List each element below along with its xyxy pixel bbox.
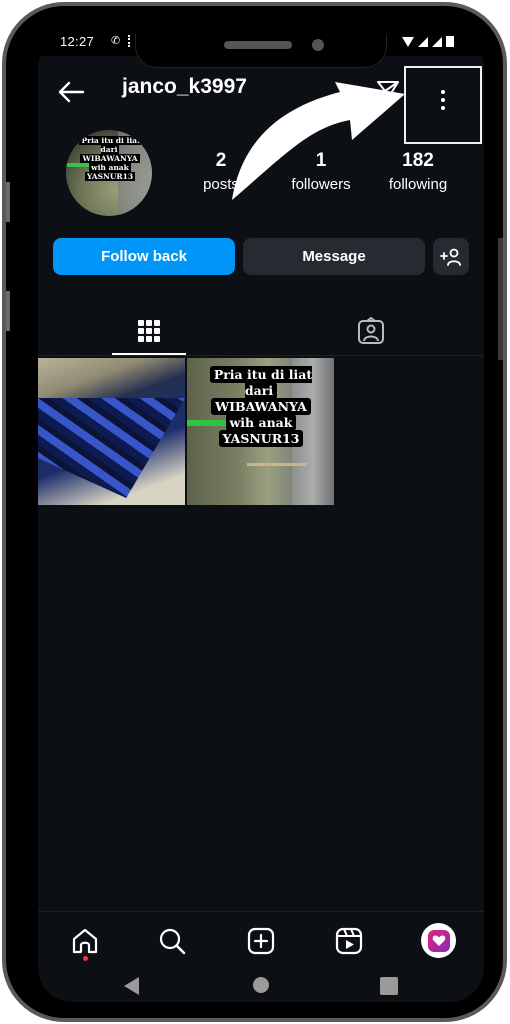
profile-username: janco_k3997 — [122, 75, 247, 98]
notch — [135, 34, 387, 68]
call-icon: ✆ — [111, 35, 121, 47]
status-icons — [402, 36, 454, 47]
nav-reels[interactable] — [334, 926, 364, 956]
system-back-button[interactable] — [124, 977, 139, 995]
active-tab-indicator — [112, 353, 186, 355]
stat-following[interactable]: 182 following — [373, 150, 463, 193]
tagged-person-icon — [358, 317, 384, 344]
bottom-navigation — [38, 911, 484, 969]
followers-count: 1 — [315, 150, 327, 171]
stat-posts[interactable]: 2 posts — [176, 150, 266, 193]
phone-frame: 12:27 ✆ janco_k3997 Pria itu di liat dar… — [2, 2, 507, 1022]
follow-back-button[interactable]: Follow back — [53, 238, 235, 275]
nav-search[interactable] — [157, 926, 187, 956]
volume-up-button — [6, 182, 10, 222]
following-label: following — [388, 176, 448, 193]
search-icon — [159, 928, 186, 955]
avatar-caption: Pria itu di liat dari WIBAWANYA wih anak… — [79, 136, 141, 181]
vertical-dots-icon — [441, 90, 446, 110]
reels-icon — [335, 927, 363, 955]
tab-tagged[interactable] — [260, 306, 482, 356]
profile-avatar-icon — [427, 929, 450, 952]
volume-down-button — [6, 291, 10, 331]
wifi-icon — [402, 37, 414, 47]
message-button[interactable]: Message — [243, 238, 425, 275]
home-icon — [72, 928, 98, 954]
posts-count: 2 — [215, 150, 227, 171]
add-person-icon — [440, 248, 461, 266]
screen: 12:27 ✆ janco_k3997 Pria itu di liat dar… — [38, 34, 484, 1002]
arrow-left-icon — [58, 81, 85, 103]
paper-plane-icon — [377, 81, 399, 101]
data-dots-icon — [128, 35, 131, 47]
stat-followers[interactable]: 1 followers — [276, 150, 366, 193]
battery-icon — [446, 36, 454, 47]
followers-label: followers — [291, 176, 351, 193]
system-recents-button[interactable] — [380, 977, 398, 995]
signal-icon — [432, 37, 442, 47]
posts-label: posts — [203, 176, 239, 193]
grid-icon — [138, 320, 160, 342]
front-camera — [312, 39, 324, 51]
status-time: 12:27 — [60, 34, 95, 49]
notification-dot — [83, 956, 88, 961]
nav-create[interactable] — [246, 926, 276, 956]
tab-posts-grid[interactable] — [38, 306, 260, 356]
power-button — [498, 238, 503, 360]
more-options-button[interactable] — [404, 66, 482, 144]
suggested-users-button[interactable] — [433, 238, 469, 275]
nav-home[interactable] — [70, 926, 100, 961]
system-navigation-bar — [38, 969, 484, 1002]
profile-header: janco_k3997 — [38, 66, 484, 144]
profile-actions: Follow back Message — [53, 238, 469, 275]
back-button[interactable] — [56, 78, 86, 106]
post-thumbnail[interactable]: Pria itu di liat dari WIBAWANYA wih anak… — [187, 358, 334, 505]
profile-tabs — [38, 306, 484, 356]
direct-message-button[interactable] — [376, 80, 400, 102]
plus-square-icon — [247, 927, 275, 955]
nav-profile[interactable] — [421, 923, 456, 958]
profile-avatar[interactable]: Pria itu di liat dari WIBAWANYA wih anak… — [66, 130, 152, 216]
signal-icon — [418, 37, 428, 47]
following-count: 182 — [402, 150, 434, 171]
post-caption: Pria itu di liat dari WIBAWANYA wih anak… — [193, 366, 329, 447]
post-thumbnail[interactable] — [38, 358, 185, 505]
system-home-button[interactable] — [253, 977, 269, 993]
speaker — [224, 41, 292, 49]
